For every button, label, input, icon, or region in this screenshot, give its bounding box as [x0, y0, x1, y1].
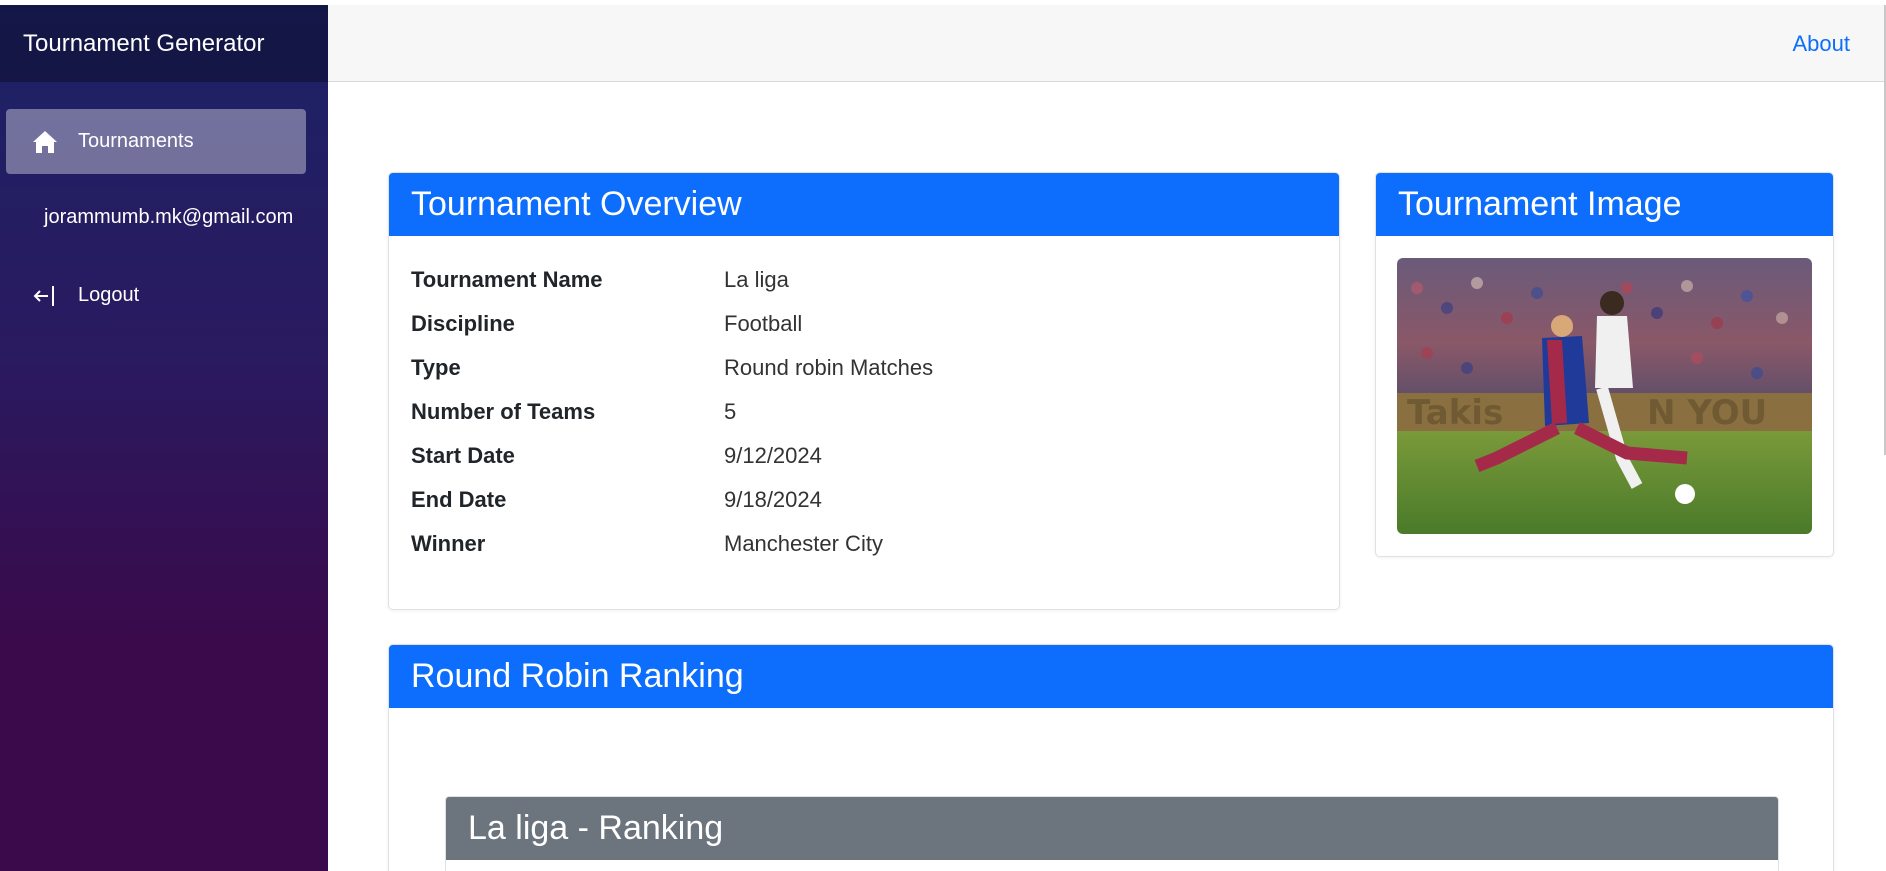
round-robin-ranking-card: Round Robin Ranking La liga - Ranking [388, 644, 1834, 871]
image-card-header: Tournament Image [1376, 173, 1833, 236]
detail-label: End Date [411, 487, 507, 512]
detail-label: Type [411, 355, 461, 380]
detail-row-name: Tournament Name La liga [411, 258, 1317, 302]
detail-value: 9/12/2024 [724, 443, 822, 468]
detail-value: 5 [724, 399, 737, 424]
detail-value: Round robin Matches [724, 355, 934, 380]
detail-row-end-date: End Date 9/18/2024 [411, 478, 1317, 522]
detail-label: Tournament Name [411, 267, 603, 292]
detail-value: Manchester City [724, 531, 883, 556]
svg-text:N YOU: N YOU [1647, 393, 1767, 433]
top-navbar: About [328, 5, 1886, 82]
about-link[interactable]: About [1793, 31, 1851, 57]
football-photo-illustration: Takis N YOU [1397, 258, 1812, 534]
detail-value: La liga [724, 267, 789, 292]
detail-value: Football [724, 311, 803, 336]
detail-row-teams: Number of Teams 5 [411, 390, 1317, 434]
detail-label: Discipline [411, 311, 515, 336]
sidebar-item-tournaments[interactable]: Tournaments [6, 109, 306, 174]
ranking-table-header: La liga - Ranking [446, 797, 1778, 860]
tournament-photo: Takis N YOU [1397, 258, 1812, 534]
app-title[interactable]: Tournament Generator [23, 30, 264, 58]
tournament-image-card: Tournament Image Takis N YOU [1375, 172, 1834, 557]
sidebar-item-label: Logout [78, 284, 140, 306]
detail-label: Number of Teams [411, 399, 596, 424]
detail-row-type: Type Round robin Matches [411, 346, 1317, 390]
home-icon [30, 127, 60, 157]
overview-card-header: Tournament Overview [389, 173, 1339, 236]
svg-text:Takis: Takis [1407, 393, 1503, 433]
sidebar-item-label: Tournaments [78, 130, 194, 152]
user-email-link[interactable]: jorammumb.mk@gmail.com [44, 206, 293, 229]
overview-details: Tournament Name La liga Discipline Footb… [389, 236, 1339, 566]
app-brand[interactable]: Tournament Generator [0, 5, 328, 82]
detail-value: 9/18/2024 [724, 487, 822, 512]
sidebar: Tournament Generator Tournaments jorammu… [0, 5, 328, 871]
app-root: Tournament Generator Tournaments jorammu… [0, 0, 1886, 871]
detail-row-winner: Winner Manchester City [411, 522, 1317, 566]
tournament-overview-card: Tournament Overview Tournament Name La l… [388, 172, 1340, 610]
detail-label: Winner [411, 531, 486, 556]
logout-icon [30, 281, 60, 311]
detail-label: Start Date [411, 443, 515, 468]
sidebar-item-logout[interactable]: Logout [6, 263, 306, 328]
detail-row-discipline: Discipline Football [411, 302, 1317, 346]
ranking-card-header: Round Robin Ranking [389, 645, 1833, 708]
detail-row-start-date: Start Date 9/12/2024 [411, 434, 1317, 478]
ranking-table-card: La liga - Ranking [445, 796, 1779, 871]
